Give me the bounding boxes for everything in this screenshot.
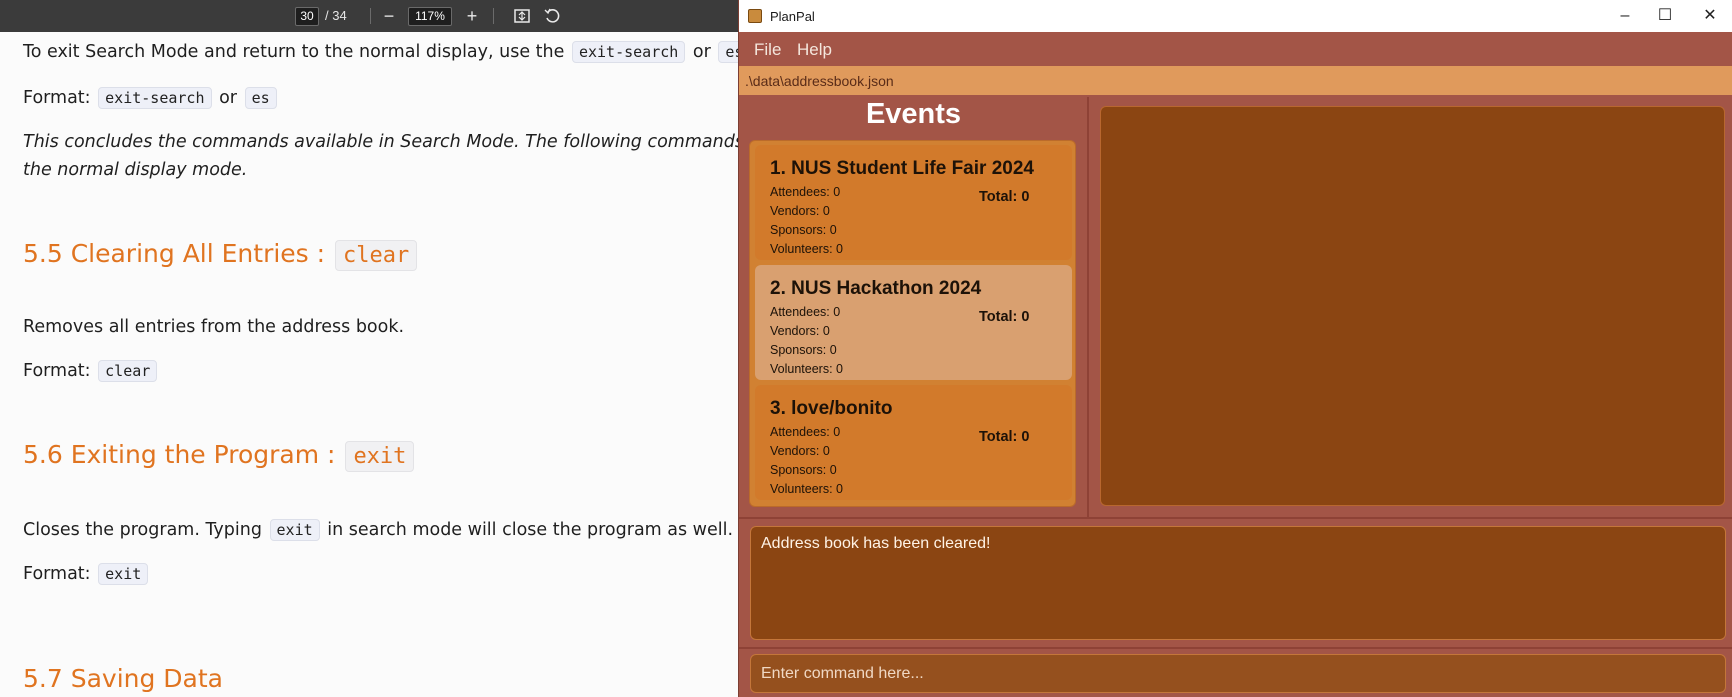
conclusion-line-1: This concludes the commands available in… bbox=[23, 132, 738, 152]
inline-code: exit bbox=[98, 563, 149, 585]
event-card[interactable]: 1. NUS Student Life Fair 2024 Attendees:… bbox=[755, 145, 1072, 260]
fit-page-icon[interactable] bbox=[510, 4, 534, 28]
event-card-selected[interactable]: 2. NUS Hackathon 2024 Attendees: 0 Vendo… bbox=[755, 265, 1072, 380]
heading-exiting-program: 5.6 Exiting the Program : exit bbox=[23, 440, 416, 472]
planpal-window: PlanPal – ☐ ✕ File Help .\data\addressbo… bbox=[738, 0, 1732, 697]
event-name: 1. NUS Student Life Fair 2024 bbox=[770, 158, 1034, 179]
event-volunteers: Volunteers: 0 bbox=[770, 362, 843, 376]
menu-bar: File Help bbox=[739, 32, 1732, 66]
app-icon bbox=[748, 9, 762, 23]
window-title: PlanPal bbox=[770, 9, 815, 24]
paragraph-text: in search mode will close the program as… bbox=[327, 520, 734, 540]
event-sponsors: Sponsors: 0 bbox=[770, 343, 837, 357]
clear-description: Removes all entries from the address boo… bbox=[23, 317, 405, 337]
heading-text: 5.6 Exiting the Program : bbox=[23, 440, 336, 469]
close-icon[interactable]: ✕ bbox=[1687, 0, 1732, 32]
result-display: Address book has been cleared! bbox=[750, 526, 1726, 640]
menu-help[interactable]: Help bbox=[797, 40, 832, 60]
heading-clearing-entries: 5.5 Clearing All Entries : clear bbox=[23, 239, 419, 271]
clear-format: Format: clear bbox=[23, 360, 159, 382]
paragraph-text: or bbox=[692, 42, 711, 62]
conclusion-line-2: the normal display mode. bbox=[23, 160, 248, 180]
event-total: Total: 0 bbox=[979, 309, 1030, 325]
event-name: 2. NUS Hackathon 2024 bbox=[770, 278, 982, 299]
event-sponsors: Sponsors: 0 bbox=[770, 463, 837, 477]
page-total: / 34 bbox=[325, 8, 347, 23]
event-card[interactable]: 3. love/bonito Attendees: 0 Vendors: 0 S… bbox=[755, 385, 1072, 500]
event-attendees: Attendees: 0 bbox=[770, 425, 841, 439]
maximize-icon[interactable]: ☐ bbox=[1642, 0, 1688, 32]
event-total: Total: 0 bbox=[979, 189, 1030, 205]
pdf-page-content: To exit Search Mode and return to the no… bbox=[0, 32, 738, 697]
exit-description: Closes the program. Typing exit in searc… bbox=[23, 519, 733, 541]
paragraph-text: To exit Search Mode and return to the no… bbox=[23, 42, 565, 62]
inline-code: clear bbox=[98, 360, 158, 382]
panel-divider bbox=[739, 647, 1732, 649]
menu-file[interactable]: File bbox=[754, 40, 781, 60]
heading-text: 5.5 Clearing All Entries : bbox=[23, 239, 326, 268]
exit-search-paragraph: To exit Search Mode and return to the no… bbox=[23, 41, 738, 63]
exit-search-format: Format: exit-search or es bbox=[23, 87, 279, 109]
event-name: 3. love/bonito bbox=[770, 398, 893, 419]
toolbar-divider bbox=[493, 8, 494, 24]
page-number-input[interactable]: 30 bbox=[295, 7, 319, 26]
zoom-in-icon[interactable]: + bbox=[460, 4, 484, 28]
heading-code: clear bbox=[335, 240, 418, 271]
inline-code: exit-search bbox=[571, 41, 686, 63]
toolbar-divider bbox=[370, 8, 371, 24]
event-volunteers: Volunteers: 0 bbox=[770, 482, 843, 496]
paragraph-text: Closes the program. Typing bbox=[23, 520, 262, 540]
event-vendors: Vendors: 0 bbox=[770, 324, 830, 338]
format-label: Format: bbox=[23, 564, 91, 584]
event-sponsors: Sponsors: 0 bbox=[770, 223, 837, 237]
inline-code: es bbox=[718, 41, 738, 63]
inline-code: exit-search bbox=[98, 87, 212, 109]
format-label: Format: bbox=[23, 88, 91, 108]
event-attendees: Attendees: 0 bbox=[770, 185, 841, 199]
paragraph-text: or bbox=[219, 88, 237, 108]
zoom-level-input[interactable]: 117% bbox=[408, 7, 452, 26]
event-vendors: Vendors: 0 bbox=[770, 444, 830, 458]
data-file-path: .\data\addressbook.json bbox=[739, 66, 1732, 95]
inline-code: es bbox=[244, 87, 277, 109]
inline-code: exit bbox=[269, 519, 320, 541]
events-list[interactable]: 1. NUS Student Life Fair 2024 Attendees:… bbox=[749, 140, 1076, 507]
heading-saving-data: 5.7 Saving Data bbox=[23, 664, 223, 693]
rotate-icon[interactable] bbox=[540, 4, 564, 28]
zoom-out-icon[interactable]: − bbox=[377, 4, 401, 28]
title-bar[interactable]: PlanPal – ☐ ✕ bbox=[739, 0, 1732, 32]
events-heading: Events bbox=[865, 98, 962, 130]
heading-code: exit bbox=[345, 441, 415, 472]
event-vendors: Vendors: 0 bbox=[770, 204, 830, 218]
panel-divider bbox=[739, 517, 1732, 519]
column-divider bbox=[1087, 97, 1089, 517]
command-input[interactable] bbox=[750, 654, 1726, 693]
format-label: Format: bbox=[23, 361, 91, 381]
event-total: Total: 0 bbox=[979, 429, 1030, 445]
exit-format: Format: exit bbox=[23, 563, 150, 585]
event-attendees: Attendees: 0 bbox=[770, 305, 841, 319]
event-volunteers: Volunteers: 0 bbox=[770, 242, 843, 256]
event-detail-panel bbox=[1100, 106, 1725, 506]
